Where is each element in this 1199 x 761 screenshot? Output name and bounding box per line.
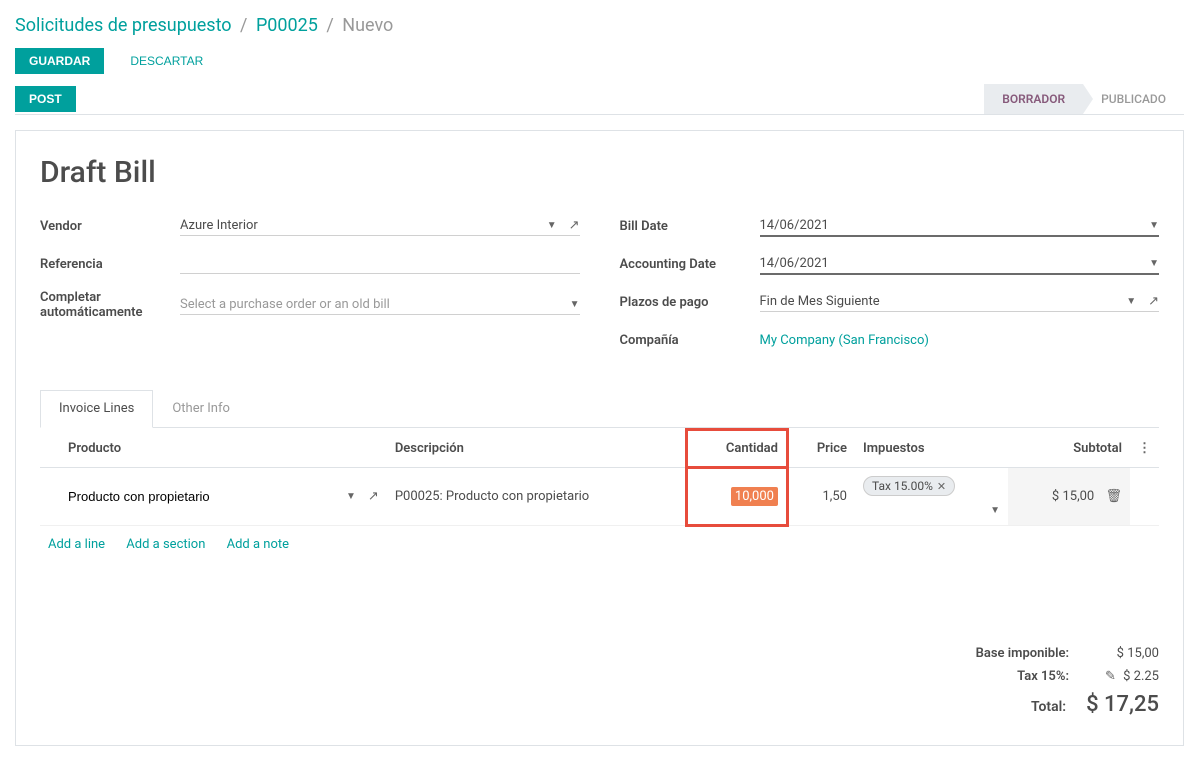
status-posted[interactable]: PUBLICADO <box>1083 84 1184 114</box>
external-link-icon[interactable]: ↗ <box>569 218 580 233</box>
tax-tag[interactable]: Tax 15.00% ✕ <box>863 476 955 496</box>
post-button[interactable]: POST <box>15 86 76 112</box>
add-line-link[interactable]: Add a line <box>48 537 105 552</box>
reference-field[interactable] <box>180 256 580 271</box>
discard-button[interactable]: DESCARTAR <box>116 48 217 74</box>
col-quantity: Cantidad <box>687 430 788 468</box>
bill-date-label: Bill Date <box>620 219 760 234</box>
autocomplete-field[interactable] <box>180 297 564 312</box>
tab-invoice-lines[interactable]: Invoice Lines <box>40 390 153 428</box>
chevron-down-icon[interactable]: ▼ <box>547 220 557 231</box>
col-taxes: Impuestos <box>855 430 1008 468</box>
breadcrumb-root[interactable]: Solicitudes de presupuesto <box>15 15 232 36</box>
untaxed-value: $ 15,00 <box>1089 646 1159 661</box>
total-value: $ 17,25 <box>1086 692 1159 717</box>
price-cell[interactable]: 1,50 <box>823 489 847 504</box>
save-button[interactable]: GUARDAR <box>15 48 104 74</box>
col-description: Descripción <box>387 430 687 468</box>
untaxed-label: Base imponible: <box>949 646 1069 661</box>
bill-date-field[interactable] <box>760 218 1144 233</box>
chevron-down-icon[interactable]: ▼ <box>990 505 1000 516</box>
table-row: ▼ ↗ P00025: Producto con propietario 10,… <box>40 468 1159 526</box>
quantity-value[interactable]: 10,000 <box>731 487 778 506</box>
statusbar: BORRADOR PUBLICADO <box>984 84 1184 114</box>
kebab-menu-icon[interactable]: ⋮ <box>1138 441 1151 456</box>
chevron-down-icon[interactable]: ▼ <box>346 491 356 502</box>
tag-remove-icon[interactable]: ✕ <box>937 480 946 493</box>
payment-terms-label: Plazos de pago <box>620 295 760 310</box>
reference-label: Referencia <box>40 257 180 272</box>
add-note-link[interactable]: Add a note <box>227 537 289 552</box>
breadcrumb-current: Nuevo <box>342 15 393 36</box>
accounting-date-field[interactable] <box>760 256 1144 271</box>
vendor-field[interactable] <box>180 218 541 233</box>
subtotal-cell: $ 15,00 <box>1052 489 1094 504</box>
add-section-link[interactable]: Add a section <box>126 537 205 552</box>
vendor-field-wrap: ▼ ↗ <box>180 216 580 236</box>
external-link-icon[interactable]: ↗ <box>1148 294 1159 309</box>
chevron-down-icon[interactable]: ▼ <box>1149 258 1159 269</box>
description-cell[interactable]: P00025: Producto con propietario <box>395 489 589 504</box>
status-draft[interactable]: BORRADOR <box>984 84 1083 114</box>
vendor-label: Vendor <box>40 219 180 234</box>
breadcrumb: Solicitudes de presupuesto / P00025 / Nu… <box>15 15 1184 36</box>
col-subtotal: Subtotal <box>1008 430 1130 468</box>
trash-icon[interactable]: 🗑 <box>1105 489 1122 504</box>
breadcrumb-ref[interactable]: P00025 <box>256 15 318 36</box>
chevron-down-icon[interactable]: ▼ <box>570 299 580 310</box>
payment-terms-field[interactable] <box>760 294 1121 309</box>
col-product: Producto <box>60 430 387 468</box>
company-link[interactable]: My Company (San Francisco) <box>760 333 929 348</box>
external-link-icon[interactable]: ↗ <box>368 489 379 504</box>
col-price: Price <box>787 430 855 468</box>
product-field[interactable] <box>68 489 340 504</box>
chevron-down-icon[interactable]: ▼ <box>1149 220 1159 231</box>
page-title: Draft Bill <box>40 155 1159 190</box>
accounting-date-label: Accounting Date <box>620 257 760 272</box>
total-label: Total: <box>946 699 1066 715</box>
chevron-down-icon[interactable]: ▼ <box>1126 296 1136 307</box>
company-label: Compañía <box>620 333 760 348</box>
breadcrumb-sep: / <box>326 15 333 36</box>
autocomplete-label: Completar automáticamente <box>40 290 180 320</box>
tab-other-info[interactable]: Other Info <box>153 390 249 427</box>
breadcrumb-sep: / <box>240 15 247 36</box>
